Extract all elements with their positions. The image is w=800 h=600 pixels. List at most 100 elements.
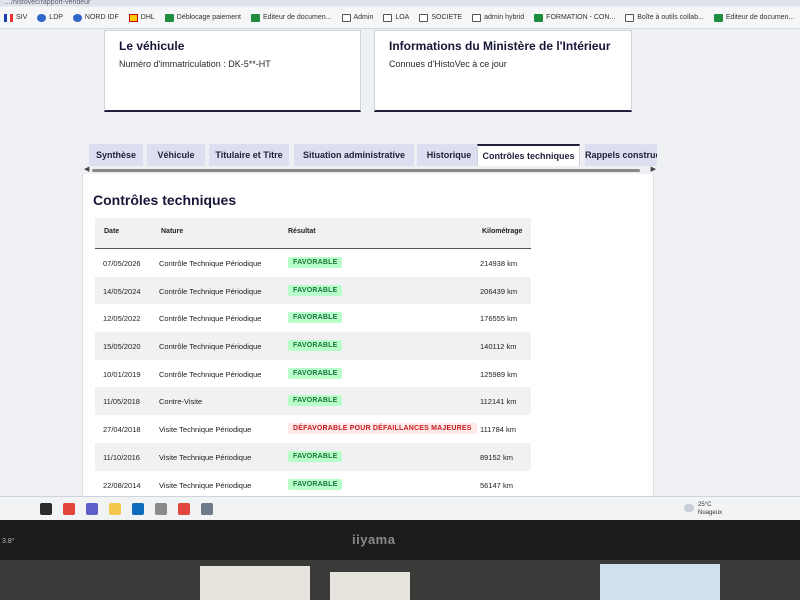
ministry-card-text: Connues d'HistoVec à ce jour bbox=[389, 59, 507, 69]
bookmark-item[interactable]: FORMATION - CON... bbox=[534, 13, 615, 22]
result-badge: FAVORABLE bbox=[288, 450, 343, 462]
snipping-tool-icon[interactable] bbox=[155, 503, 167, 515]
weather-widget[interactable]: 25°C Nuageux bbox=[684, 501, 744, 519]
mileage-cell: 206439 km bbox=[480, 286, 518, 296]
result-badge: FAVORABLE bbox=[288, 367, 343, 379]
table-row: 14/05/2024 Contrôle Technique Périodique F… bbox=[95, 276, 531, 305]
bookmark-label: SOCIETE bbox=[431, 14, 463, 21]
table-row: 10/01/2019 Contrôle Technique Périodique F… bbox=[95, 360, 531, 388]
weather-description: Nuageux bbox=[698, 510, 723, 516]
result-badge: FAVORABLE bbox=[288, 340, 343, 352]
date-cell: 15/05/2020 bbox=[103, 342, 141, 352]
bookmark-item[interactable]: LDP bbox=[37, 13, 63, 22]
bookmark-label: LDP bbox=[49, 14, 63, 21]
chrome-profile-icon[interactable] bbox=[178, 503, 190, 515]
nature-cell: Contrôle Technique Périodique bbox=[159, 259, 262, 268]
chrome-icon[interactable] bbox=[63, 503, 75, 515]
date-cell: 07/05/2026 bbox=[103, 259, 141, 268]
date-cell: 10/01/2019 bbox=[103, 369, 141, 379]
vehicle-card-title: Le véhicule bbox=[119, 39, 185, 53]
desk-paper bbox=[600, 564, 720, 600]
bookmark-label: NORD IDF bbox=[84, 14, 119, 21]
file-explorer-icon[interactable] bbox=[109, 503, 121, 515]
bookmark-item[interactable]: DHL bbox=[128, 13, 155, 22]
bookmark-item[interactable]: Déblocage paiement bbox=[164, 13, 241, 22]
bookmark-label: Admin bbox=[353, 14, 374, 21]
flag-icon bbox=[4, 13, 13, 22]
folder-icon bbox=[419, 13, 429, 22]
tab-2[interactable]: Véhicule bbox=[147, 144, 205, 166]
nature-cell: Contrôle Technique Périodique bbox=[159, 369, 262, 379]
nature-cell: Contre-Visite bbox=[159, 397, 203, 407]
scroll-left-icon[interactable]: ◀ bbox=[84, 166, 89, 174]
bookmark-item[interactable]: LOA bbox=[383, 13, 409, 22]
bookmark-item[interactable]: Editeur de documen... bbox=[713, 13, 794, 22]
table-row: 11/10/2016 Visite Technique Périodique FAV… bbox=[95, 442, 531, 471]
table-header: Date Nature Résultat Kilométrage bbox=[95, 218, 531, 249]
folder-icon bbox=[383, 13, 393, 22]
bookmark-label: Editeur de documen... bbox=[263, 14, 332, 21]
sheet-icon bbox=[713, 13, 723, 22]
folder-icon bbox=[341, 13, 351, 22]
bookmark-label: Boîte à outils collab... bbox=[637, 14, 704, 21]
folder-icon bbox=[625, 13, 635, 22]
tab-5[interactable]: Historique bbox=[417, 144, 481, 166]
nature-cell: Visite Technique Périodique bbox=[159, 425, 252, 435]
section-title: Contrôles techniques bbox=[93, 192, 237, 208]
bookmark-item[interactable]: NORD IDF bbox=[72, 13, 119, 22]
histovec-report-page: Le véhicule Numéro d'immatriculation : D… bbox=[0, 30, 800, 496]
tab-1[interactable]: Synthèse bbox=[89, 144, 143, 166]
nature-cell: Visite Technique Périodique bbox=[159, 480, 252, 490]
table-row: 07/05/2026 Contrôle Technique Périodique F… bbox=[95, 249, 531, 277]
result-badge: DÉFAVORABLE POUR DÉFAILLANCES MAJEURES bbox=[288, 423, 477, 435]
address-bar[interactable]: …/histovec/rapport-vendeur bbox=[0, 0, 800, 6]
sheet-icon bbox=[251, 13, 260, 22]
outlook-icon[interactable] bbox=[132, 503, 144, 515]
table-body: 07/05/2026 Contrôle Technique Périodique F… bbox=[95, 249, 531, 496]
table-row: 27/04/2018 Visite Technique Périodique DÉF… bbox=[95, 415, 531, 443]
bookmark-item[interactable]: SOCIETE bbox=[419, 13, 463, 22]
date-cell: 11/10/2016 bbox=[103, 452, 140, 462]
tab-6[interactable]: Contrôles techniques bbox=[477, 144, 580, 166]
tab-7[interactable]: Rappels constructeur bbox=[585, 144, 657, 166]
monitor-brand-logo: iiyama bbox=[352, 532, 396, 547]
bookmark-label: SIV bbox=[16, 14, 28, 21]
teams-icon[interactable] bbox=[86, 503, 98, 515]
bookmark-item[interactable]: Editeur de documen... bbox=[251, 13, 332, 22]
result-badge: FAVORABLE bbox=[288, 395, 343, 407]
notepad-icon[interactable] bbox=[201, 503, 213, 515]
table-row: 15/05/2020 Contrôle Technique Périodique F… bbox=[95, 332, 531, 360]
table-row: 12/05/2022 Contrôle Technique Périodique F… bbox=[95, 304, 531, 332]
cloud-icon bbox=[684, 504, 694, 512]
nature-cell: Contrôle Technique Périodique bbox=[159, 286, 262, 296]
column-date: Date bbox=[104, 228, 120, 235]
desk-paper bbox=[200, 566, 310, 600]
sheet-icon bbox=[164, 13, 174, 22]
scroll-right-icon[interactable]: ▶ bbox=[651, 166, 656, 174]
site-icon bbox=[37, 13, 47, 22]
inspections-table: Date Nature Résultat Kilométrage 07/05/2… bbox=[95, 218, 531, 496]
bookmark-item[interactable]: Boîte à outils collab... bbox=[625, 13, 704, 22]
bookmark-item[interactable]: SIV bbox=[4, 13, 28, 22]
registration-number: Numéro d'immatriculation : DK-5**-HT bbox=[119, 59, 271, 69]
desk-surface bbox=[0, 560, 800, 600]
task-view-icon[interactable] bbox=[40, 503, 52, 515]
mileage-cell: 56147 km bbox=[480, 480, 513, 490]
column-nature: Nature bbox=[161, 228, 184, 235]
bookmark-item[interactable]: admin hybrid bbox=[472, 13, 524, 22]
mileage-cell: 125989 km bbox=[480, 369, 518, 379]
weather-temperature: 25°C bbox=[698, 502, 712, 508]
result-badge: FAVORABLE bbox=[288, 284, 343, 296]
tab-4[interactable]: Situation administrative bbox=[294, 144, 414, 166]
table-row: 11/05/2018 Contre-Visite FAVORABLE 112141 k… bbox=[95, 387, 531, 416]
tab-3[interactable]: Titulaire et Titre bbox=[209, 144, 289, 166]
dhl-icon bbox=[128, 13, 138, 22]
date-cell: 11/05/2018 bbox=[103, 397, 140, 407]
scrollbar-thumb[interactable] bbox=[92, 169, 640, 172]
bookmark-item[interactable]: Admin bbox=[341, 13, 374, 22]
tabs-scrollbar[interactable]: ◀ ▶ bbox=[84, 166, 656, 174]
bookmarks-bar: SIV LDP NORD IDF DHL Déblocage paiement Edite… bbox=[0, 7, 800, 29]
monitor-bezel: 3.8° iiyama bbox=[0, 520, 800, 560]
column-mileage: Kilométrage bbox=[482, 228, 523, 235]
vehicle-card: Le véhicule Numéro d'immatriculation : D… bbox=[104, 30, 361, 112]
